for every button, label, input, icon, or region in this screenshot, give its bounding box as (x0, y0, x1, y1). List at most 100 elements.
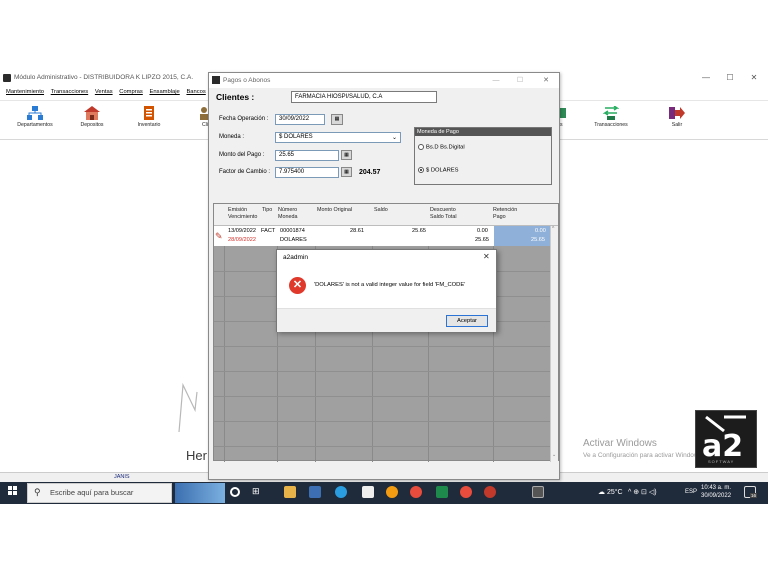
moneda-select[interactable]: $ DOLARES (275, 132, 401, 143)
monto-input[interactable]: 25.65 (275, 150, 339, 161)
notification-center-icon[interactable]: 16 (744, 486, 758, 498)
weather-widget[interactable]: ☁ 25°C (598, 488, 623, 496)
cliente-field[interactable]: FARMACIA HIOSPI/SALUD, C.A (291, 91, 437, 103)
system-tray[interactable]: ^ ⊕ ⊡ ◁) (628, 488, 657, 496)
grid-scrollbar[interactable]: ^ ⌄ (550, 226, 558, 462)
calendar-icon: ▦ (334, 116, 340, 122)
radio-on-icon (418, 167, 424, 173)
pagos-maximize-button[interactable]: ☐ (511, 75, 529, 86)
col-emision: Emisión Vencimiento (228, 207, 258, 220)
menu-ensamblaje[interactable]: Ensamblaje (149, 89, 179, 95)
error-title: a2admin (283, 254, 308, 261)
a2-taskbar-icon[interactable] (532, 486, 544, 498)
pagos-minimize-button[interactable]: — (487, 75, 505, 86)
language-indicator[interactable]: ESP (685, 489, 697, 495)
grid-header: Emisión Vencimiento Tipo Número Moneda M… (214, 204, 558, 226)
taskbar-clock[interactable]: 10:43 a. m. 30/09/2022 (701, 484, 731, 500)
menu-mantenimiento[interactable]: Mantenimiento (6, 89, 44, 95)
mail-icon[interactable] (362, 486, 374, 498)
app-red-icon[interactable] (460, 486, 472, 498)
clientes-label: Clientes : (216, 92, 255, 102)
factor-label: Factor de Cambio : (219, 169, 271, 175)
excel-icon[interactable] (436, 486, 448, 498)
menu-bancos[interactable]: Bancos (186, 89, 205, 95)
calculator-icon: ▦ (344, 152, 349, 158)
col-numero: Número Moneda (278, 207, 298, 220)
activate-windows-title: Activar Windows (583, 438, 657, 449)
toolbar-inventario-button[interactable]: Inventario (119, 106, 179, 128)
toolbar-salir-button[interactable]: Salir (647, 106, 707, 128)
activate-windows-subtitle: Ve a Configuración para activar Windows. (583, 452, 704, 459)
toolbar-depositos-button[interactable]: Depositos (62, 106, 122, 128)
fecha-label: Fecha Operación : (219, 116, 269, 122)
firefox-icon[interactable] (386, 486, 398, 498)
radio-dolares[interactable]: $ DOLARES (418, 167, 459, 174)
pagos-title-bar: Pagos o Abonos — ☐ ✕ (209, 73, 559, 88)
app-icon (3, 74, 11, 82)
minimize-button[interactable]: — (694, 72, 718, 84)
retencion-pago-cell[interactable]: 0.00 25.65 (494, 226, 550, 246)
edit-icon[interactable]: ✎ (215, 231, 223, 242)
file-explorer-icon[interactable] (284, 486, 296, 498)
menu-compras[interactable]: Compras (119, 89, 143, 95)
store-icon[interactable] (309, 486, 321, 498)
factor-calc-button[interactable]: ▦ (341, 167, 352, 177)
taskbar-search-placeholder: Escribe aquí para buscar (50, 488, 134, 497)
warehouse-icon (84, 106, 100, 120)
scroll-down-icon[interactable]: ⌄ (552, 452, 556, 458)
app-orange-icon[interactable] (484, 486, 496, 498)
error-message: 'DOLARES' is not a valid integer value f… (314, 282, 466, 288)
background-watermark-text: Her (186, 448, 207, 463)
status-user: JANIS (114, 474, 130, 480)
search-icon: ⚲ (34, 487, 41, 497)
background-logo-icon (178, 382, 198, 433)
pagos-title: Pagos o Abonos (223, 77, 271, 84)
monto-label: Monto del Pago : (219, 152, 265, 158)
clients-icon (200, 107, 208, 120)
moneda-label: Moneda : (219, 134, 245, 140)
windows-start-icon[interactable] (8, 486, 18, 496)
search-highlight-image (175, 483, 225, 503)
departments-icon (27, 106, 43, 120)
transactions-icon (603, 106, 619, 120)
pagos-app-icon (212, 76, 220, 84)
radio-bs-digital[interactable]: Bs.D Bs.Digital (418, 144, 465, 151)
col-descuento: Descuento Saldo Total (430, 207, 457, 220)
documentos-grid: Emisión Vencimiento Tipo Número Moneda M… (213, 203, 559, 462)
close-button[interactable]: ✕ (742, 72, 766, 84)
chevron-down-icon[interactable]: ⌄ (392, 134, 397, 141)
maximize-button[interactable]: ☐ (718, 72, 742, 84)
moneda-pago-group: Moneda de Pago Bs.D Bs.Digital $ DOLARES (414, 127, 552, 185)
inventory-icon (144, 106, 154, 120)
exit-icon (669, 107, 685, 119)
col-saldo: Saldo (374, 207, 388, 213)
col-monto-original: Monto Original (317, 207, 353, 213)
fecha-input[interactable]: 30/09/2022 (275, 114, 325, 125)
col-retencion: Retención Pago (493, 207, 518, 220)
edge-icon[interactable] (335, 486, 347, 498)
toolbar-departamentos-button[interactable]: Departamentos (5, 106, 65, 128)
task-view-icon[interactable]: ⊞ (252, 486, 264, 498)
a2-logo: a2 SOFTWAY (695, 410, 757, 468)
toolbar-clientes-button[interactable]: Cli (176, 106, 208, 128)
factor-input[interactable]: 7.975400 (275, 167, 339, 178)
calendar-button[interactable]: ▦ (331, 114, 343, 125)
monto-convertido: 204.57 (359, 169, 381, 176)
error-close-button[interactable]: ✕ (483, 252, 490, 261)
app-title: Módulo Administrativo - DISTRIBUIDORA K … (14, 74, 194, 81)
toolbar-transacciones-button[interactable]: Transacciones (581, 106, 641, 128)
cloud-icon: ☁ (598, 489, 605, 496)
toolbar-partial-button[interactable]: s (560, 106, 570, 128)
menu-ventas[interactable]: Ventas (95, 89, 113, 95)
radio-off-icon (418, 144, 424, 150)
error-dialog: a2admin ✕ ✕ 'DOLARES' is not a valid int… (276, 249, 497, 332)
aceptar-button[interactable]: Aceptar (446, 315, 488, 327)
scroll-up-icon[interactable]: ^ (552, 226, 554, 232)
error-icon: ✕ (289, 277, 306, 294)
pagos-close-button[interactable]: ✕ (537, 75, 555, 86)
cortana-icon[interactable] (230, 487, 240, 497)
notification-count: 16 (750, 493, 758, 498)
menu-transacciones[interactable]: Transacciones (51, 89, 88, 95)
chrome-icon[interactable] (410, 486, 422, 498)
monto-calc-button[interactable]: ▦ (341, 150, 352, 160)
